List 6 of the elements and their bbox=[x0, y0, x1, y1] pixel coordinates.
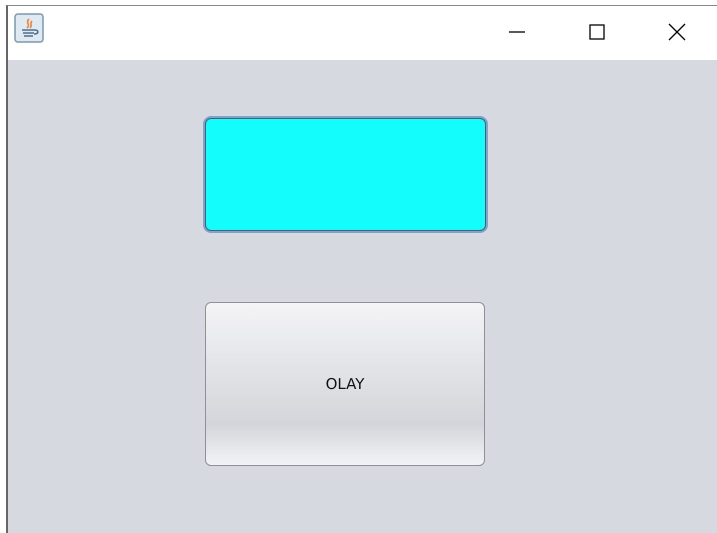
color-button[interactable] bbox=[205, 118, 486, 231]
java-icon bbox=[14, 13, 44, 43]
olay-button[interactable]: OLAY bbox=[205, 302, 485, 466]
maximize-icon bbox=[587, 22, 607, 42]
minimize-icon bbox=[509, 31, 525, 33]
close-icon bbox=[667, 22, 687, 42]
